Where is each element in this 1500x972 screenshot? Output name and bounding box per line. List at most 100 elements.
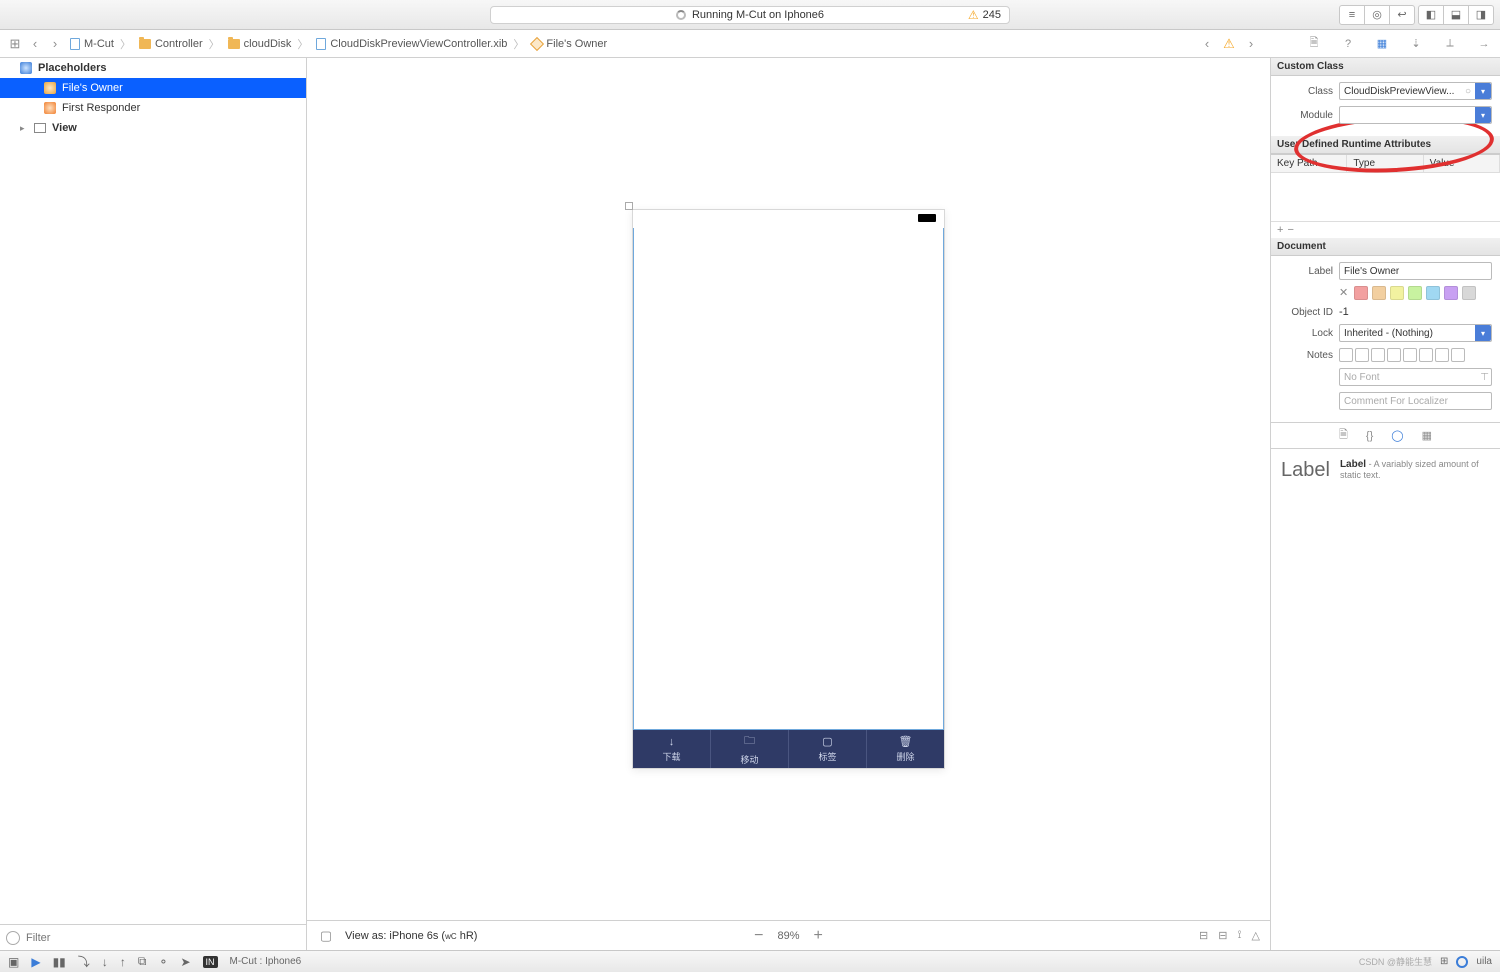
canvas-viewport[interactable]: ↓下载 🗀移动 ▢标签 🗑删除 (307, 58, 1270, 920)
connections-inspector-icon[interactable]: → (1476, 36, 1492, 52)
step-out-icon[interactable]: ↑ (120, 955, 126, 969)
back-icon[interactable]: ‹ (26, 35, 44, 53)
crumb-object[interactable]: File's Owner (530, 38, 609, 50)
hide-debug-icon[interactable]: ▣ (8, 955, 19, 969)
size-inspector-icon[interactable]: ⟂ (1442, 36, 1458, 52)
lib-object-icon[interactable]: ◯ (1391, 429, 1403, 442)
module-field[interactable]: ▾ (1339, 106, 1492, 124)
lock-field[interactable]: Inherited - (Nothing)▾ (1339, 324, 1492, 342)
crumb-folder[interactable]: cloudDisk〉 (226, 36, 313, 52)
dropdown-icon[interactable]: ▾ (1475, 83, 1491, 99)
bg-color-icon[interactable] (1435, 348, 1449, 362)
text-color-icon[interactable] (1419, 348, 1433, 362)
pause-icon[interactable]: ▮▮ (53, 955, 66, 969)
crumb-project[interactable]: M-Cut〉 (68, 36, 135, 52)
first-responder-row[interactable]: First Responder (0, 98, 306, 118)
swatch-purple[interactable] (1444, 286, 1458, 300)
align-icon[interactable]: ⊟ (1218, 929, 1227, 942)
clear-icon[interactable]: ○ (1465, 86, 1471, 97)
device-body[interactable] (633, 228, 944, 730)
col-value[interactable]: Value (1424, 155, 1500, 172)
panel-right-icon[interactable]: ◨ (1468, 5, 1494, 25)
move-button[interactable]: 🗀移动 (711, 730, 789, 768)
help-inspector-icon[interactable]: ? (1340, 36, 1356, 52)
view-debug-icon[interactable]: ⧉ (138, 954, 147, 969)
swatch-blue[interactable] (1426, 286, 1440, 300)
filter-dot-icon[interactable] (1456, 956, 1468, 968)
more-icon[interactable] (1451, 348, 1465, 362)
placeholders-header[interactable]: Placeholders (0, 58, 306, 78)
tag-button[interactable]: ▢标签 (789, 730, 867, 768)
delete-button[interactable]: 🗑删除 (867, 730, 944, 768)
swatch-orange[interactable] (1372, 286, 1386, 300)
localizer-comment-field[interactable]: Comment For Localizer (1339, 392, 1492, 410)
device-frame[interactable]: ↓下载 🗀移动 ▢标签 🗑删除 (632, 209, 945, 769)
library-item[interactable]: Label Label - A variably sized amount of… (1271, 449, 1500, 492)
filter-input[interactable] (26, 932, 300, 944)
strikethrough-icon[interactable] (1403, 348, 1417, 362)
resize-handle[interactable] (625, 202, 633, 210)
filter-icon[interactable] (6, 931, 20, 945)
col-type[interactable]: Type (1347, 155, 1423, 172)
pin-icon[interactable]: ⟟ (1237, 929, 1241, 942)
issue-warning-icon[interactable]: ⚠ (1220, 35, 1238, 53)
memory-graph-icon[interactable]: ⚬ (158, 955, 168, 969)
device-config-icon[interactable]: ▢ (317, 927, 335, 945)
dropdown-icon[interactable]: ▾ (1475, 107, 1491, 123)
panel-bottom-icon[interactable]: ⬓ (1443, 5, 1469, 25)
location-icon[interactable]: ➤ (180, 955, 190, 969)
stack-icon[interactable]: ⊟ (1199, 929, 1208, 942)
filter-text[interactable]: uila (1476, 956, 1492, 967)
grid-icon[interactable]: ⊞ (1440, 956, 1448, 967)
label-field[interactable]: File's Owner (1339, 262, 1492, 280)
continue-icon[interactable]: ▶ (31, 955, 40, 969)
swatch-red[interactable] (1354, 286, 1368, 300)
crumb-file[interactable]: CloudDiskPreviewViewController.xib〉 (314, 36, 528, 52)
swatch-green[interactable] (1408, 286, 1422, 300)
zoom-out-button[interactable]: − (754, 927, 763, 945)
lib-code-icon[interactable]: {} (1366, 430, 1373, 442)
swatch-gray[interactable] (1462, 286, 1476, 300)
class-field[interactable]: CloudDiskPreviewView...○▾ (1339, 82, 1492, 100)
swatch-yellow[interactable] (1390, 286, 1404, 300)
attributes-body[interactable] (1271, 173, 1500, 221)
col-keypath[interactable]: Key Path (1271, 155, 1347, 172)
step-over-icon[interactable]: ⤵ (78, 953, 90, 970)
align-justify-icon[interactable] (1387, 348, 1401, 362)
view-row[interactable]: ▸ View (0, 118, 306, 138)
file-inspector-icon[interactable]: 🗎 (1306, 36, 1322, 52)
crumb-folder[interactable]: Controller〉 (137, 36, 224, 52)
font-field[interactable]: No Font⊤ (1339, 368, 1492, 386)
next-issue-icon[interactable]: › (1242, 35, 1260, 53)
clear-color-icon[interactable]: ✕ (1339, 286, 1348, 300)
step-into-icon[interactable]: ↓ (102, 955, 108, 969)
zoom-level[interactable]: 89% (777, 930, 799, 942)
forward-icon[interactable]: › (46, 35, 64, 53)
view-as-label[interactable]: View as: iPhone 6s (wC hR) (345, 930, 477, 942)
download-button[interactable]: ↓下载 (633, 730, 711, 768)
align-center-icon[interactable] (1355, 348, 1369, 362)
debug-target[interactable]: M-Cut : Iphone6 (230, 956, 302, 967)
identity-inspector-icon[interactable]: ▦ (1374, 36, 1390, 52)
editor-version-icon[interactable]: ↩ (1389, 5, 1415, 25)
warning-badge[interactable]: ⚠ 245 (968, 8, 1001, 22)
align-left-icon[interactable] (1339, 348, 1353, 362)
add-attribute-button[interactable]: + (1277, 224, 1283, 236)
zoom-in-button[interactable]: + (814, 927, 823, 945)
files-owner-row[interactable]: File's Owner (0, 78, 306, 98)
prev-issue-icon[interactable]: ‹ (1198, 35, 1216, 53)
attributes-inspector-icon[interactable]: ⇣ (1408, 36, 1424, 52)
panel-left-icon[interactable]: ◧ (1418, 5, 1444, 25)
dropdown-icon[interactable]: ▾ (1475, 325, 1491, 341)
editor-standard-icon[interactable]: ≡ (1339, 5, 1365, 25)
font-picker-icon[interactable]: ⊤ (1480, 372, 1489, 383)
remove-attribute-button[interactable]: − (1287, 224, 1293, 236)
lib-file-icon[interactable]: 🗎 (1339, 426, 1348, 445)
related-items-icon[interactable]: ⊞ (6, 35, 24, 53)
activity-pill[interactable]: Running M-Cut on Iphone6 ⚠ 245 (490, 6, 1010, 24)
align-right-icon[interactable] (1371, 348, 1385, 362)
resolve-icon[interactable]: △ (1252, 929, 1260, 942)
disclosure-icon[interactable]: ▸ (20, 123, 28, 134)
editor-assistant-icon[interactable]: ◎ (1364, 5, 1390, 25)
lib-media-icon[interactable]: ▦ (1422, 429, 1432, 442)
